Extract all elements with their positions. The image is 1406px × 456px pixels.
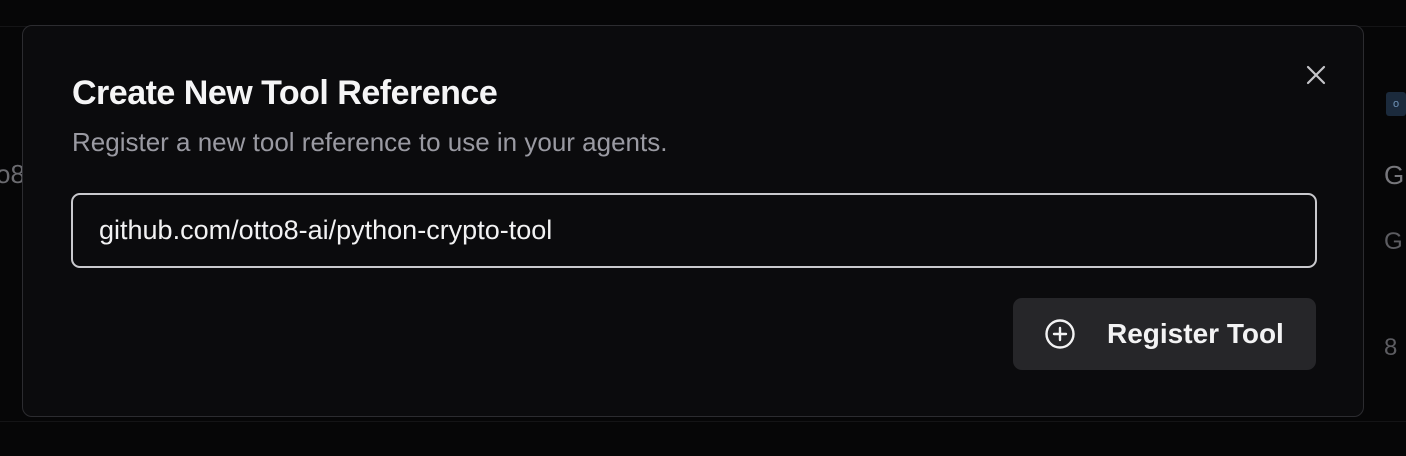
background-partial-text: G	[1384, 228, 1403, 255]
background-divider	[0, 421, 1406, 422]
register-tool-label: Register Tool	[1107, 318, 1284, 349]
dialog-title: Create New Tool Reference	[72, 74, 498, 112]
background-partial-chip: o	[1386, 92, 1406, 116]
background-partial-text: G	[1384, 160, 1405, 190]
register-tool-button[interactable]: Register Tool	[1013, 298, 1316, 370]
close-button[interactable]	[1301, 60, 1331, 90]
close-icon	[1306, 65, 1326, 85]
plus-circle-icon	[1043, 317, 1077, 351]
dialog-subtitle: Register a new tool reference to use in …	[72, 127, 668, 157]
create-tool-dialog: Create New Tool Reference Register a new…	[22, 25, 1364, 417]
background-partial-text: 8	[1384, 334, 1398, 361]
tool-reference-input[interactable]	[71, 193, 1317, 268]
